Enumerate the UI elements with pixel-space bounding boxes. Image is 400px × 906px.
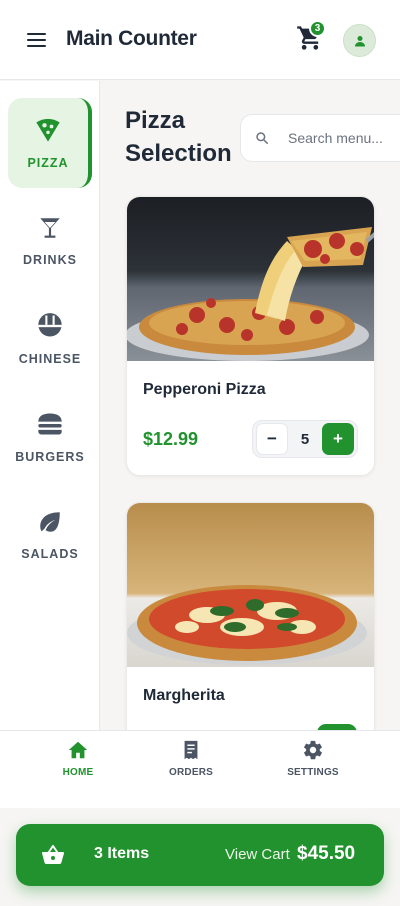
- leaf-icon: [40, 512, 60, 532]
- sidebar-item-salads[interactable]: SALADS: [8, 490, 92, 580]
- cart-items-count: 3 Items: [94, 845, 150, 862]
- sidebar-item-label: DRINKS: [23, 253, 77, 267]
- sidebar-item-label: PIZZA: [27, 156, 69, 170]
- sidebar-item-pizza[interactable]: PIZZA: [8, 98, 92, 188]
- sidebar-item-label: SALADS: [21, 547, 79, 561]
- sidebar-item-chinese[interactable]: CHINESE: [8, 294, 92, 384]
- cocktail-icon: [40, 218, 60, 238]
- app-header: Main Counter 3: [0, 0, 400, 80]
- product-price: $12.99: [143, 429, 199, 449]
- quantity-stepper: − 5 +: [252, 420, 358, 458]
- avatar[interactable]: [343, 24, 376, 57]
- gear-icon: [304, 740, 322, 760]
- product-card[interactable]: Pepperoni Pizza $12.99 − 5 +: [126, 196, 375, 476]
- sidebar-item-label: CHINESE: [18, 352, 82, 366]
- page-title: Main Counter: [66, 27, 197, 50]
- pepperoni-pizza-photo: [127, 197, 374, 361]
- increase-quantity-button[interactable]: +: [322, 423, 354, 455]
- receipt-icon: [184, 740, 198, 760]
- margherita-pizza-photo: [127, 503, 374, 667]
- ramen-bowl-icon: [38, 313, 62, 337]
- view-cart-label: View Cart: [225, 846, 290, 863]
- nav-orders[interactable]: ORDERS: [151, 739, 231, 789]
- search-icon: [256, 132, 269, 145]
- nav-label: SETTINGS: [287, 767, 339, 778]
- product-name: Pepperoni Pizza: [143, 381, 266, 398]
- search-box[interactable]: [240, 114, 400, 162]
- decrease-quantity-button[interactable]: −: [256, 423, 288, 455]
- bottom-navigation: HOME ORDERS SETTINGS: [0, 730, 400, 808]
- product-card[interactable]: Margherita: [126, 502, 375, 742]
- nav-home[interactable]: HOME: [38, 739, 118, 789]
- home-icon: [68, 741, 88, 759]
- product-name: Margherita: [143, 687, 225, 704]
- basket-icon: [41, 845, 65, 865]
- cart-total: $45.50: [297, 843, 356, 864]
- search-input[interactable]: [288, 130, 400, 146]
- view-cart-bar[interactable]: 3 Items View Cart $45.50: [16, 824, 384, 886]
- nav-label: HOME: [62, 767, 94, 778]
- sidebar-item-label: BURGERS: [15, 450, 85, 464]
- category-sidebar: PIZZA DRINKS CHINESE BURGERS SALADS: [0, 81, 100, 731]
- burger-icon: [38, 413, 62, 435]
- sidebar-item-drinks[interactable]: DRINKS: [8, 196, 92, 286]
- sidebar-item-burgers[interactable]: BURGERS: [8, 392, 92, 482]
- pizza-icon: [36, 118, 60, 142]
- nav-label: ORDERS: [169, 767, 213, 778]
- section-title: Pizza Selection: [125, 107, 232, 167]
- hamburger-menu-icon[interactable]: [22, 26, 52, 54]
- cart-count-badge: 3: [309, 20, 326, 37]
- user-icon: [354, 35, 365, 46]
- nav-settings[interactable]: SETTINGS: [273, 739, 353, 789]
- quantity-value: 5: [300, 430, 310, 448]
